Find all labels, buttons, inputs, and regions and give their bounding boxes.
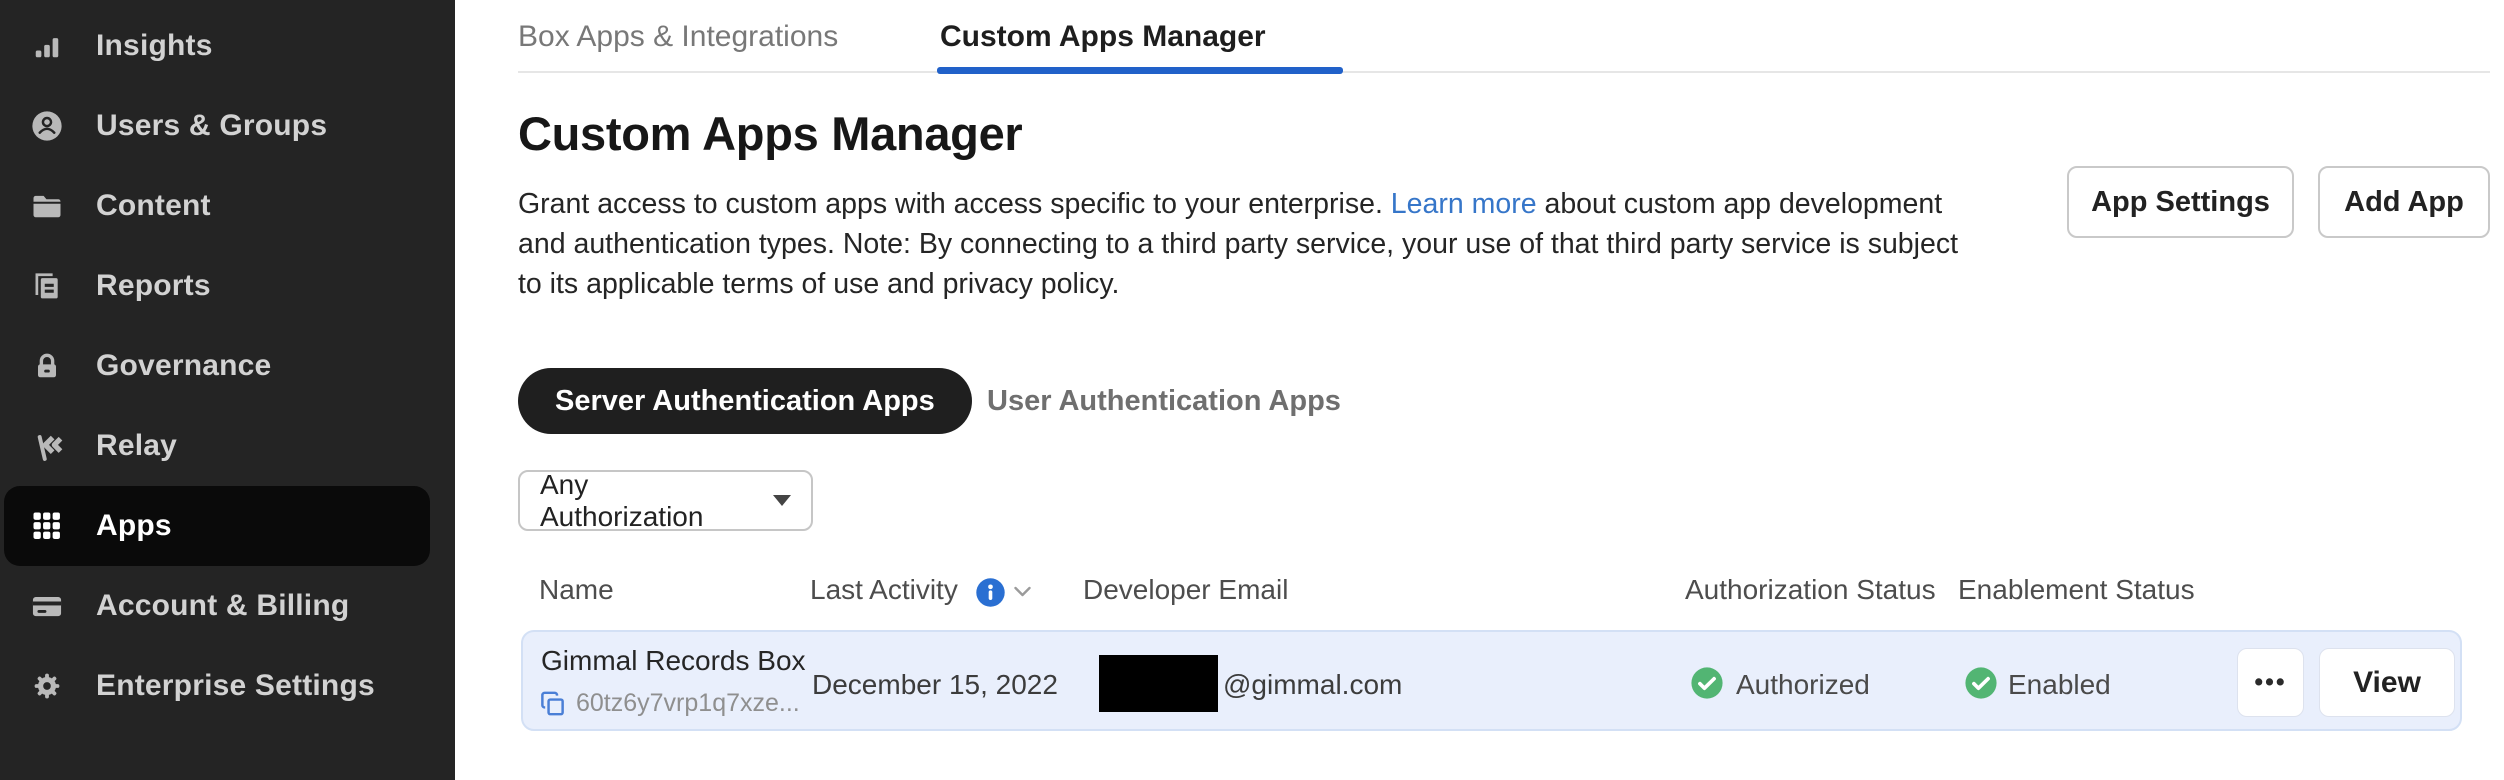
- sidebar-item-reports[interactable]: Reports: [4, 246, 430, 326]
- column-header-developer-email: Developer Email: [1083, 574, 1288, 606]
- app-settings-button[interactable]: App Settings: [2067, 166, 2294, 238]
- sidebar-item-insights[interactable]: Insights: [4, 6, 430, 86]
- sidebar-nav: Insights Users & Groups Content: [0, 6, 455, 726]
- tab-server-authentication-apps[interactable]: Server Authentication Apps: [518, 368, 972, 434]
- relay-flag-icon: [28, 427, 66, 465]
- enablement-status-value: Enabled: [2008, 669, 2111, 701]
- description-text: Grant access to custom apps with access …: [518, 188, 1391, 220]
- info-icon[interactable]: [975, 577, 1006, 608]
- bar-chart-icon: [28, 27, 66, 65]
- credit-card-icon: [28, 587, 66, 625]
- sidebar-item-users-groups[interactable]: Users & Groups: [4, 86, 430, 166]
- tab-box-apps-integrations[interactable]: Box Apps & Integrations: [518, 0, 838, 73]
- sidebar-item-enterprise-settings[interactable]: Enterprise Settings: [4, 646, 430, 726]
- authorization-status-value: Authorized: [1736, 669, 1870, 701]
- table-row: Gimmal Records Box 60tz6y7vrp1q7xze... D…: [521, 630, 2462, 731]
- sidebar-item-label: Insights: [96, 29, 213, 63]
- column-header-authorization-status: Authorization Status: [1685, 574, 1936, 606]
- active-tab-underline: [937, 67, 1343, 74]
- chevron-down-icon: [773, 495, 791, 506]
- sidebar-item-content[interactable]: Content: [4, 166, 430, 246]
- sidebar-item-label: Users & Groups: [96, 109, 327, 143]
- grid-icon: [28, 507, 66, 545]
- check-circle-icon: [1964, 666, 1998, 700]
- tab-custom-apps-manager[interactable]: Custom Apps Manager: [940, 0, 1266, 73]
- tab-user-authentication-apps[interactable]: User Authentication Apps: [987, 368, 1341, 434]
- sort-chevron-down-icon[interactable]: [1012, 585, 1033, 604]
- column-header-name: Name: [539, 574, 614, 606]
- page-description: Grant access to custom apps with access …: [518, 184, 1986, 304]
- users-icon: [28, 107, 66, 145]
- sidebar-item-apps[interactable]: Apps: [4, 486, 430, 566]
- sidebar-item-relay[interactable]: Relay: [4, 406, 430, 486]
- column-header-last-activity[interactable]: Last Activity: [810, 574, 958, 606]
- more-options-button[interactable]: •••: [2237, 648, 2304, 717]
- copy-icon[interactable]: [539, 690, 566, 717]
- check-circle-icon: [1690, 666, 1724, 700]
- sidebar-item-label: Account & Billing: [96, 589, 349, 623]
- gear-icon: [28, 667, 66, 705]
- sidebar-item-label: Relay: [96, 429, 177, 463]
- add-app-button[interactable]: Add App: [2318, 166, 2490, 238]
- last-activity-value: December 15, 2022: [812, 669, 1058, 701]
- sidebar-item-label: Enterprise Settings: [96, 669, 375, 703]
- folder-icon: [28, 187, 66, 225]
- authorization-filter-value: Any Authorization: [540, 469, 755, 533]
- sidebar: Insights Users & Groups Content: [0, 0, 455, 780]
- sidebar-item-label: Apps: [96, 509, 172, 543]
- sidebar-item-label: Content: [96, 189, 211, 223]
- sidebar-item-label: Reports: [96, 269, 211, 303]
- learn-more-link[interactable]: Learn more: [1391, 188, 1537, 220]
- app-id-group: 60tz6y7vrp1q7xze...: [539, 689, 800, 718]
- view-button[interactable]: View: [2319, 648, 2455, 717]
- developer-email-domain: @gimmal.com: [1223, 669, 1402, 701]
- sidebar-item-governance[interactable]: Governance: [4, 326, 430, 406]
- sidebar-item-account-billing[interactable]: Account & Billing: [4, 566, 430, 646]
- page-title: Custom Apps Manager: [518, 106, 1022, 161]
- top-tab-bar: Box Apps & Integrations Custom Apps Mana…: [518, 0, 2490, 73]
- document-report-icon: [28, 267, 66, 305]
- sidebar-item-label: Governance: [96, 349, 271, 383]
- authorization-filter-dropdown[interactable]: Any Authorization: [518, 470, 813, 531]
- redacted-email-local-part: [1099, 655, 1218, 712]
- lock-icon: [28, 347, 66, 385]
- column-header-enablement-status: Enablement Status: [1958, 574, 2195, 606]
- app-id: 60tz6y7vrp1q7xze...: [576, 689, 800, 718]
- app-name: Gimmal Records Box: [541, 645, 806, 677]
